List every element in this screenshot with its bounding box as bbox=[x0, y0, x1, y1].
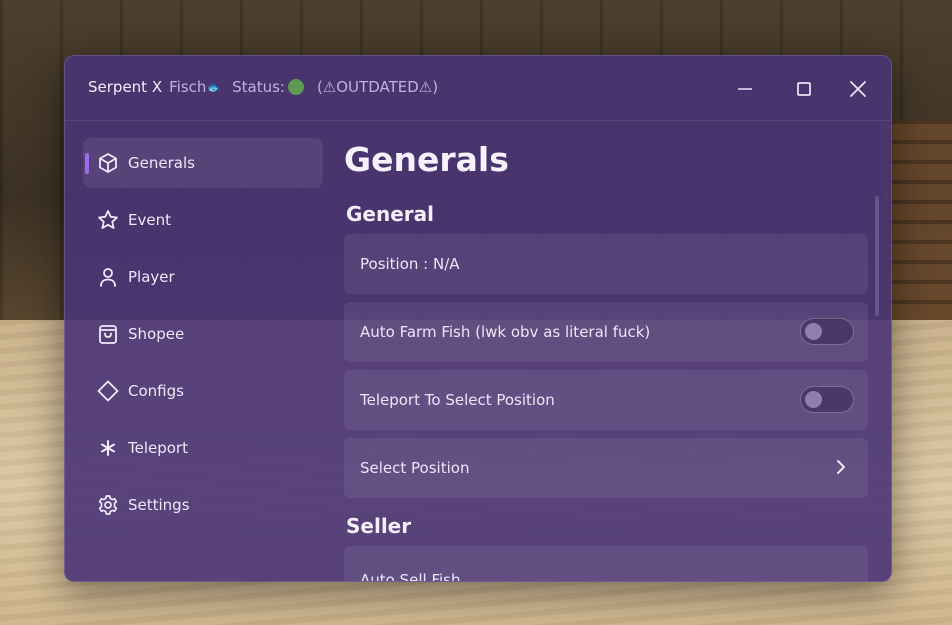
status-label: Status: bbox=[232, 78, 285, 96]
content-scrollbar[interactable] bbox=[875, 196, 879, 316]
sidebar-item-configs[interactable]: Configs bbox=[83, 366, 323, 416]
close-button[interactable] bbox=[843, 74, 873, 104]
serpent-x-window: Serpent X Fisch 🐟 Status: (⚠OUTDATED⚠) G… bbox=[64, 55, 892, 582]
sidebar-item-label: Shopee bbox=[128, 325, 185, 343]
sidebar-item-event[interactable]: Event bbox=[83, 195, 323, 245]
sidebar-item-label: Generals bbox=[128, 154, 195, 172]
sidebar-item-shopee[interactable]: Shopee bbox=[83, 309, 323, 359]
diamond-icon bbox=[96, 379, 120, 403]
minimize-icon bbox=[738, 88, 752, 90]
sidebar-item-label: Configs bbox=[128, 382, 184, 400]
content-panel: Generals General Position : N/A Auto Far… bbox=[344, 132, 868, 581]
sidebar-item-label: Teleport bbox=[128, 439, 188, 457]
select-position-dropdown[interactable]: Select Position bbox=[344, 438, 868, 498]
sidebar-item-label: Event bbox=[128, 211, 171, 229]
title-bar[interactable]: Serpent X Fisch 🐟 Status: (⚠OUTDATED⚠) bbox=[65, 56, 891, 121]
page-title: Generals bbox=[344, 140, 509, 179]
fish-icon: 🐟 bbox=[207, 80, 222, 94]
close-icon bbox=[850, 81, 866, 97]
status-text: (⚠OUTDATED⚠) bbox=[316, 78, 439, 96]
auto-farm-fish-toggle[interactable] bbox=[800, 318, 854, 345]
asterisk-icon bbox=[96, 436, 120, 460]
auto-farm-fish-row[interactable]: Auto Farm Fish (lwk obv as literal fuck) bbox=[344, 302, 868, 362]
app-name: Serpent X bbox=[88, 78, 163, 96]
maximize-button[interactable] bbox=[789, 74, 819, 104]
auto-sell-fish-row[interactable]: Auto Sell Fish bbox=[344, 546, 868, 581]
row-label: Teleport To Select Position bbox=[360, 391, 555, 409]
cube-icon bbox=[96, 151, 120, 175]
sidebar-item-settings[interactable]: Settings bbox=[83, 480, 323, 530]
toggle-knob bbox=[805, 323, 822, 340]
minimize-button[interactable] bbox=[730, 74, 760, 104]
sidebar-item-label: Settings bbox=[128, 496, 190, 514]
sidebar-item-generals[interactable]: Generals bbox=[83, 138, 323, 188]
row-label: Auto Sell Fish bbox=[360, 571, 461, 581]
status-indicator-icon bbox=[287, 79, 304, 95]
star-icon bbox=[96, 208, 120, 232]
teleport-to-select-position-row[interactable]: Teleport To Select Position bbox=[344, 370, 868, 430]
row-label: Select Position bbox=[360, 459, 470, 477]
shopping-bag-icon bbox=[96, 322, 120, 346]
sidebar: Generals Event Player Shopee Configs Tel… bbox=[83, 138, 323, 537]
section-title-general: General bbox=[346, 202, 434, 226]
game-background-stairs bbox=[882, 120, 952, 340]
maximize-icon bbox=[797, 82, 811, 96]
section-title-seller: Seller bbox=[346, 514, 412, 538]
position-display-row: Position : N/A bbox=[344, 234, 868, 294]
sidebar-item-teleport[interactable]: Teleport bbox=[83, 423, 323, 473]
sidebar-item-label: Player bbox=[128, 268, 175, 286]
chevron-right-icon bbox=[830, 456, 852, 478]
user-icon bbox=[96, 265, 120, 289]
gear-icon bbox=[96, 493, 120, 517]
row-label: Position : N/A bbox=[360, 255, 460, 273]
teleport-to-select-position-toggle[interactable] bbox=[800, 386, 854, 413]
game-name: Fisch bbox=[169, 78, 207, 96]
sidebar-item-player[interactable]: Player bbox=[83, 252, 323, 302]
toggle-knob bbox=[805, 391, 822, 408]
row-label: Auto Farm Fish (lwk obv as literal fuck) bbox=[360, 323, 651, 341]
window-title: Serpent X Fisch 🐟 Status: (⚠OUTDATED⚠) bbox=[88, 78, 438, 96]
